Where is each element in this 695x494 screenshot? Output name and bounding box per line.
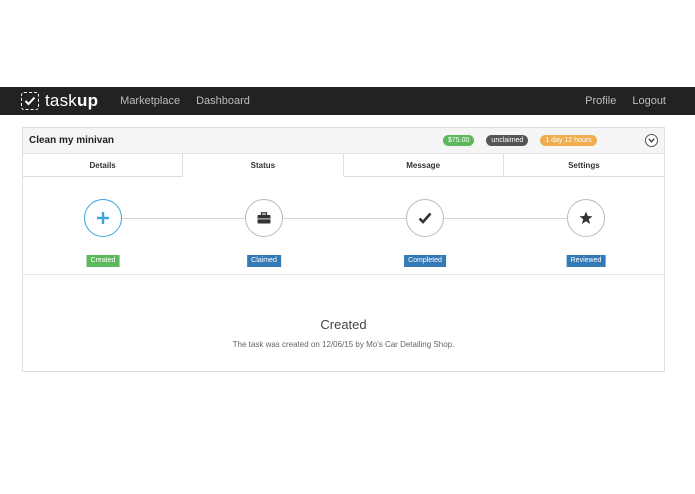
task-tabs: Details Status Message Settings xyxy=(23,154,664,177)
checkmark-icon xyxy=(418,212,432,224)
step-label-created: Created xyxy=(86,255,120,267)
nav-left-links: Marketplace Dashboard xyxy=(120,95,250,107)
status-detail: Created The task was created on 12/06/15… xyxy=(23,317,664,349)
plus-icon xyxy=(97,212,109,224)
nav-right-links: Profile Logout xyxy=(585,95,666,107)
tab-message[interactable]: Message xyxy=(343,154,504,176)
step-connector xyxy=(283,218,406,219)
status-progress-tracker: Created Claimed Completed Reviewed xyxy=(23,177,664,275)
step-completed xyxy=(406,199,444,237)
chevron-down-icon xyxy=(648,138,655,143)
nav-link-profile[interactable]: Profile xyxy=(585,95,616,107)
nav-link-logout[interactable]: Logout xyxy=(632,95,666,107)
price-badge: $75.00 xyxy=(443,135,475,146)
collapse-toggle-button[interactable] xyxy=(645,134,658,147)
status-badge: unclaimed xyxy=(486,135,529,146)
checkbox-logo-icon xyxy=(21,92,39,110)
star-icon xyxy=(579,211,593,224)
top-navbar: taskup Marketplace Dashboard Profile Log… xyxy=(0,87,695,115)
tab-settings[interactable]: Settings xyxy=(503,154,664,176)
step-label-completed: Completed xyxy=(404,255,446,267)
step-reviewed xyxy=(567,199,605,237)
brand-logo[interactable]: taskup xyxy=(21,91,98,111)
step-connector xyxy=(444,218,567,219)
time-remaining-badge: 1 day 12 hours xyxy=(540,135,597,146)
tab-status[interactable]: Status xyxy=(183,154,344,177)
nav-link-marketplace[interactable]: Marketplace xyxy=(120,95,180,107)
task-badges: $75.00 unclaimed 1 day 12 hours xyxy=(443,135,597,146)
step-connector xyxy=(122,218,245,219)
task-panel-header: Clean my minivan $75.00 unclaimed 1 day … xyxy=(23,128,664,154)
step-created xyxy=(84,199,122,237)
tab-details[interactable]: Details xyxy=(23,154,184,176)
step-claimed xyxy=(245,199,283,237)
briefcase-icon xyxy=(257,212,271,224)
status-detail-description: The task was created on 12/06/15 by Mo's… xyxy=(232,340,455,349)
task-title: Clean my minivan xyxy=(29,135,115,146)
status-detail-title: Created xyxy=(320,317,367,332)
step-label-claimed: Claimed xyxy=(247,255,281,267)
nav-link-dashboard[interactable]: Dashboard xyxy=(196,95,250,107)
brand-name: taskup xyxy=(45,91,99,110)
task-panel: Clean my minivan $75.00 unclaimed 1 day … xyxy=(22,127,665,372)
step-label-reviewed: Reviewed xyxy=(566,255,606,267)
